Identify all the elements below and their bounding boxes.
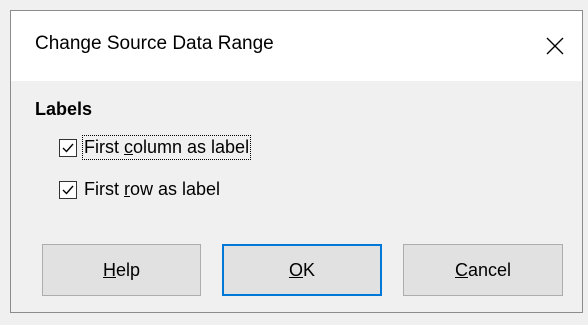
first-row-checkbox[interactable] <box>59 180 77 199</box>
close-button[interactable] <box>528 11 582 81</box>
checkmark-icon <box>62 185 74 195</box>
first-column-label: First column as label <box>81 135 252 160</box>
labels-heading: Labels <box>35 99 93 119</box>
title-bar: Change Source Data Range <box>11 11 582 81</box>
first-row-as-label-option[interactable]: First row as label <box>59 178 221 201</box>
first-column-checkbox[interactable] <box>59 138 77 157</box>
checkmark-icon <box>62 143 74 153</box>
ok-button[interactable]: OK <box>222 244 382 296</box>
cancel-button[interactable]: Cancel <box>403 244 563 296</box>
close-icon <box>546 37 564 55</box>
dialog-title: Change Source Data Range <box>35 33 274 54</box>
first-row-label: First row as label <box>84 179 221 199</box>
change-source-data-range-dialog: Change Source Data Range Labels First co… <box>10 10 583 313</box>
first-column-as-label-option[interactable]: First column as label <box>59 135 252 160</box>
help-button[interactable]: Help <box>42 244 201 296</box>
